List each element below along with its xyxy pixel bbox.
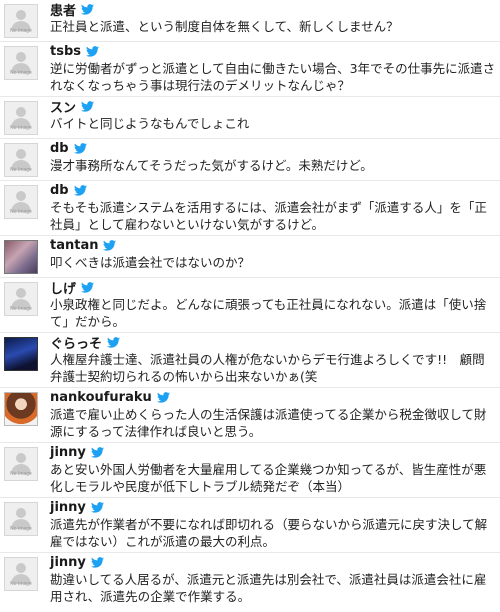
tweet-item: No Image スン バイトと同じようなもんでしょこれ bbox=[0, 97, 500, 139]
tweet-item: No Image 患者 正社員と派遣、という制度自体を無くして、新しくしません？ bbox=[0, 0, 500, 42]
tweet-text: 派遣で雇い止めくらった人の生活保護は派遣使ってる企業から税金徴収して財源にするっ… bbox=[50, 407, 487, 439]
tweet-item: ぐらっそ 人権屋弁護士達、派遣社員の人権が危ないからデモ行進よろしくです!! 顧… bbox=[0, 333, 500, 388]
avatar[interactable]: No Image bbox=[4, 143, 38, 177]
twitter-bird-icon bbox=[107, 337, 121, 348]
tweet-text: 漫才事務所なんてそうだった気がするけど。未熟だけど。 bbox=[50, 158, 373, 173]
username[interactable]: jinny bbox=[50, 500, 86, 515]
tweet-text: そもそも派遣システムを活用するには、派遣会社がまず「派遣する人」を「正社員」とし… bbox=[50, 200, 487, 232]
twitter-bird-icon bbox=[81, 101, 95, 112]
tweet-text: 叩くべきは派遣会社ではないのか？ bbox=[50, 255, 251, 270]
username[interactable]: 患者 bbox=[50, 0, 76, 19]
no-image-label: No Image bbox=[10, 28, 32, 34]
no-image-label: No Image bbox=[10, 526, 32, 532]
tweet-text: 派遣先が作業者が不要になれば即切れる（要らないから派遣元に戻す決して解雇ではない… bbox=[50, 517, 488, 549]
twitter-bird-icon bbox=[90, 447, 104, 458]
twitter-bird-icon bbox=[90, 557, 104, 568]
avatar[interactable]: No Image bbox=[4, 557, 38, 591]
no-image-label: No Image bbox=[10, 125, 32, 131]
no-image-label: No Image bbox=[10, 167, 32, 173]
twitter-bird-icon bbox=[90, 502, 104, 513]
tweet-text: バイトと同じようなもんでしょこれ bbox=[50, 116, 250, 131]
avatar[interactable] bbox=[4, 240, 38, 274]
tweet-item: No Image db そもそも派遣システムを活用するには、派遣会社がまず「派遣… bbox=[0, 181, 500, 236]
tweet-text: 勘違いしてる人居るが、派遣元と派遣先は別会社で、派遣社員は派遣会社に雇用され、派… bbox=[50, 572, 487, 604]
avatar[interactable]: No Image bbox=[4, 46, 38, 80]
avatar[interactable]: No Image bbox=[4, 185, 38, 219]
twitter-bird-icon bbox=[81, 4, 95, 15]
no-image-label: No Image bbox=[10, 581, 32, 587]
username[interactable]: jinny bbox=[50, 445, 86, 460]
avatar[interactable] bbox=[4, 337, 38, 371]
twitter-bird-icon bbox=[73, 185, 87, 196]
twitter-bird-icon bbox=[73, 143, 87, 154]
tweet-item: No Image jinny 勘違いしてる人居るが、派遣元と派遣先は別会社で、派… bbox=[0, 553, 500, 608]
username[interactable]: ぐらっそ bbox=[50, 333, 102, 352]
twitter-bird-icon bbox=[81, 282, 95, 293]
tweet-text: あと安い外国人労働者を大量雇用してる企業幾つか知ってるが、皆生産性が悪化しモラル… bbox=[50, 462, 487, 494]
avatar[interactable]: No Image bbox=[4, 4, 38, 38]
tweet-feed: No Image 患者 正社員と派遣、という制度自体を無くして、新しくしません？… bbox=[0, 0, 500, 608]
username[interactable]: nankoufuraku bbox=[50, 390, 152, 405]
tweet-item: No Image db 漫才事務所なんてそうだった気がするけど。未熟だけど。 bbox=[0, 139, 500, 181]
tweet-text: 正社員と派遣、という制度自体を無くして、新しくしません？ bbox=[50, 19, 399, 34]
no-image-label: No Image bbox=[10, 70, 32, 76]
username[interactable]: jinny bbox=[50, 555, 86, 570]
tweet-item: tantan 叩くべきは派遣会社ではないのか？ bbox=[0, 236, 500, 278]
tweet-text: 人権屋弁護士達、派遣社員の人権が危ないからデモ行進よろしくです!! 顧問弁護士契… bbox=[50, 352, 485, 384]
username[interactable]: しげ bbox=[50, 278, 76, 297]
username[interactable]: tantan bbox=[50, 238, 98, 253]
username[interactable]: tsbs bbox=[50, 44, 81, 59]
tweet-text: 小泉政権と同じだよ。どんなに頑張っても正社員になれない。派遣は「使い捨て」だから… bbox=[50, 297, 487, 329]
avatar[interactable] bbox=[4, 392, 38, 426]
twitter-bird-icon bbox=[156, 392, 170, 403]
no-image-label: No Image bbox=[10, 471, 32, 477]
tweet-item: No Image tsbs 逆に労働者がずっと派遣として自由に働きたい場合、3年… bbox=[0, 42, 500, 97]
username[interactable]: スン bbox=[50, 97, 76, 116]
tweet-item: nankoufuraku 派遣で雇い止めくらった人の生活保護は派遣使ってる企業か… bbox=[0, 388, 500, 443]
avatar[interactable]: No Image bbox=[4, 101, 38, 135]
no-image-label: No Image bbox=[10, 306, 32, 312]
tweet-item: No Image しげ 小泉政権と同じだよ。どんなに頑張っても正社員になれない。… bbox=[0, 278, 500, 333]
twitter-bird-icon bbox=[86, 46, 99, 57]
no-image-label: No Image bbox=[10, 209, 32, 215]
avatar[interactable]: No Image bbox=[4, 282, 38, 316]
username[interactable]: db bbox=[50, 183, 69, 198]
tweet-text: 逆に労働者がずっと派遣として自由に働きたい場合、3年でその仕事先に派遣されなくな… bbox=[50, 61, 496, 93]
username[interactable]: db bbox=[50, 141, 69, 156]
tweet-item: No Image jinny 派遣先が作業者が不要になれば即切れる（要らないから… bbox=[0, 498, 500, 553]
twitter-bird-icon bbox=[103, 240, 117, 251]
tweet-item: No Image jinny あと安い外国人労働者を大量雇用してる企業幾つか知っ… bbox=[0, 443, 500, 498]
avatar[interactable]: No Image bbox=[4, 447, 38, 481]
avatar[interactable]: No Image bbox=[4, 502, 38, 536]
